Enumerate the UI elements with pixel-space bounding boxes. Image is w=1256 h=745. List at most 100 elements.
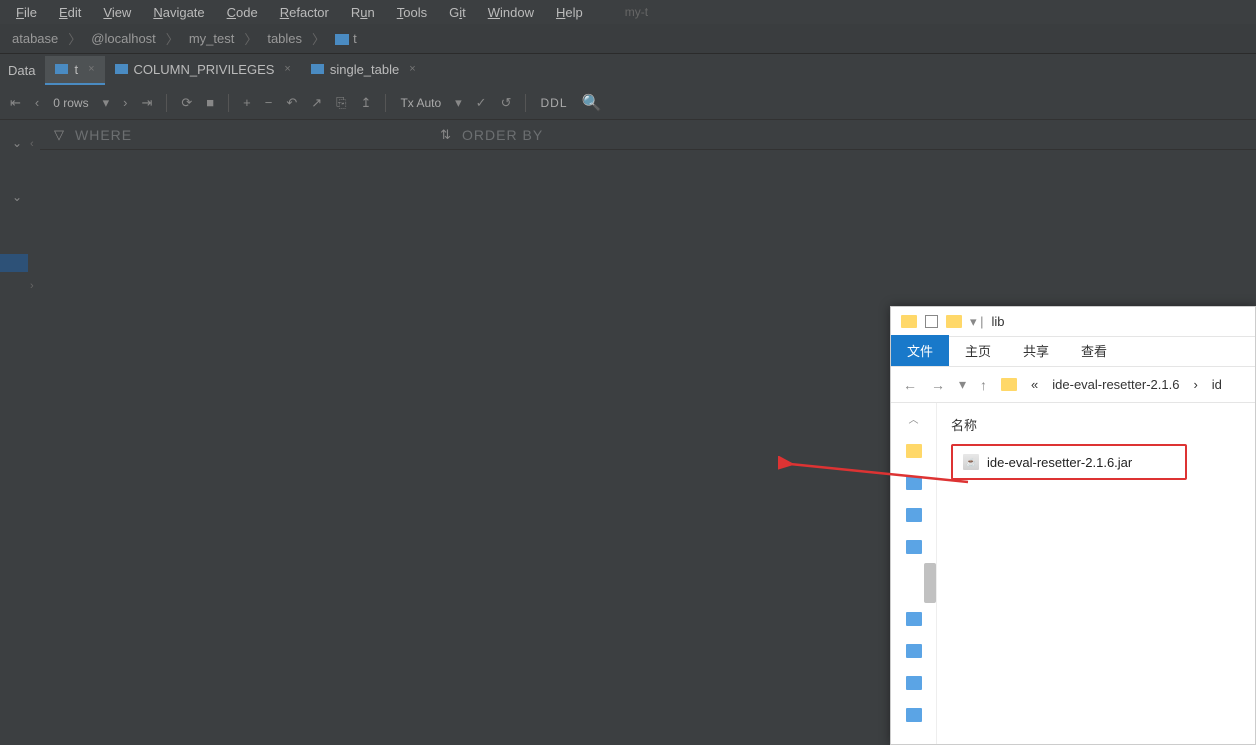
folder-icon xyxy=(1001,378,1017,391)
breadcrumb-sep: 〉 xyxy=(166,29,179,48)
quick-folder-icon[interactable] xyxy=(906,444,922,458)
close-icon[interactable]: × xyxy=(409,63,415,75)
tab-label: single_table xyxy=(330,62,399,77)
menu-help[interactable]: Help xyxy=(546,3,593,22)
tab-label: t xyxy=(74,62,78,77)
main-menubar: File Edit View Navigate Code Refactor Ru… xyxy=(0,0,1256,24)
search-icon[interactable]: 🔍 xyxy=(582,93,602,113)
ribbon-tab-share[interactable]: 共享 xyxy=(1007,335,1065,366)
watermark: 知乎 @Ruby xyxy=(1026,678,1238,727)
menu-run[interactable]: Run xyxy=(341,3,385,22)
tx-commit-button[interactable]: ✓ xyxy=(476,95,487,111)
tab-t[interactable]: t × xyxy=(45,56,104,85)
clone-row-button[interactable]: ⎘ xyxy=(336,95,346,111)
menu-git[interactable]: Git xyxy=(439,3,476,22)
tx-dropdown-icon[interactable]: ▾ xyxy=(455,95,462,111)
scrollbar-thumb[interactable] xyxy=(924,563,936,603)
menu-navigate[interactable]: Navigate xyxy=(143,3,214,22)
structure-gutter: ⌄ ‹ ⌄ › xyxy=(0,150,40,745)
tx-rollback-button[interactable]: ↺ xyxy=(501,95,512,111)
path-prefix: « xyxy=(1031,377,1038,392)
column-header-name[interactable]: 名称 xyxy=(951,411,1241,444)
rows-label: 0 rows xyxy=(53,96,88,110)
gutter-marker: ‹ xyxy=(30,138,34,150)
path-folder-name[interactable]: ide-eval-resetter-2.1.6 xyxy=(1052,377,1179,392)
prev-page-button[interactable]: ‹ xyxy=(35,95,39,110)
collapse-icon[interactable]: ⌄ xyxy=(12,136,22,150)
quick-item-icon[interactable] xyxy=(906,644,922,658)
next-page-button[interactable]: › xyxy=(123,95,127,110)
where-section[interactable]: ▽ WHERE xyxy=(40,127,146,143)
checkbox-icon[interactable] xyxy=(925,315,938,328)
breadcrumb-schema[interactable]: my_test xyxy=(185,29,239,48)
close-icon[interactable]: × xyxy=(284,63,290,75)
rows-dropdown-icon[interactable]: ▾ xyxy=(103,95,110,111)
up-button[interactable]: ↑ xyxy=(980,377,987,393)
ribbon-tab-home[interactable]: 主页 xyxy=(949,335,1007,366)
filter-icon: ▽ xyxy=(54,127,65,143)
explorer-titlebar[interactable]: ▾ | lib xyxy=(891,307,1255,337)
stop-button[interactable]: ■ xyxy=(206,95,214,110)
menu-code[interactable]: Code xyxy=(217,3,268,22)
menu-file[interactable]: File xyxy=(6,3,47,22)
quick-access-bar: ︿ xyxy=(891,403,937,744)
tab-single-table[interactable]: single_table × xyxy=(301,56,426,85)
table-icon xyxy=(335,34,349,45)
folder-icon xyxy=(901,315,917,328)
menu-view[interactable]: View xyxy=(93,3,141,22)
menu-window[interactable]: Window xyxy=(478,3,544,22)
title-sep: ▾ | xyxy=(970,314,984,330)
breadcrumb-host[interactable]: @localhost xyxy=(87,29,160,48)
scroll-up-icon[interactable]: ︿ xyxy=(909,411,919,426)
ribbon-tab-file[interactable]: 文件 xyxy=(891,335,949,366)
breadcrumb-database[interactable]: atabase xyxy=(8,29,62,48)
path-tail[interactable]: id xyxy=(1212,377,1222,392)
orderby-section[interactable]: ⇅ ORDER BY xyxy=(426,127,557,143)
jar-icon: ☕ xyxy=(963,454,979,470)
breadcrumb-table[interactable]: t xyxy=(331,29,361,48)
collapse-icon[interactable]: ⌄ xyxy=(12,190,22,204)
ddl-button[interactable]: DDL xyxy=(540,96,567,110)
first-page-button[interactable]: ⇤ xyxy=(10,95,21,111)
add-row-button[interactable]: + xyxy=(243,95,251,110)
tx-mode-label[interactable]: Tx Auto xyxy=(400,96,441,110)
quick-item-icon[interactable] xyxy=(906,676,922,690)
file-row-highlighted[interactable]: ☕ ide-eval-resetter-2.1.6.jar xyxy=(951,444,1187,480)
explorer-ribbon: 文件 主页 共享 查看 xyxy=(891,337,1255,367)
menu-edit[interactable]: Edit xyxy=(49,3,91,22)
last-page-button[interactable]: ⇥ xyxy=(141,95,152,111)
submit-button[interactable]: ↥ xyxy=(361,95,372,111)
table-icon xyxy=(55,64,68,74)
selection-marker xyxy=(0,254,28,272)
recent-dropdown-icon[interactable]: ▾ xyxy=(959,376,966,393)
editor-tabs: Data t × COLUMN_PRIVILEGES × single_tabl… xyxy=(0,54,1256,86)
back-button[interactable]: ← xyxy=(903,377,917,393)
commit-button[interactable]: ↗ xyxy=(311,95,322,111)
data-label: Data xyxy=(4,63,45,78)
tab-column-privileges[interactable]: COLUMN_PRIVILEGES × xyxy=(105,56,301,85)
folder-icon xyxy=(946,315,962,328)
table-icon xyxy=(115,64,128,74)
forward-button[interactable]: → xyxy=(931,377,945,393)
breadcrumb: atabase 〉 @localhost 〉 my_test 〉 tables … xyxy=(0,24,1256,54)
menu-tools[interactable]: Tools xyxy=(387,3,437,22)
filter-bar: ▽ WHERE ⇅ ORDER BY xyxy=(40,120,1256,150)
toolbar-sep xyxy=(385,94,386,112)
quick-item-icon[interactable] xyxy=(906,508,922,522)
quick-item-icon[interactable] xyxy=(906,708,922,722)
explorer-navrow: ← → ▾ ↑ « ide-eval-resetter-2.1.6 › id xyxy=(891,367,1255,403)
breadcrumb-tables[interactable]: tables xyxy=(263,29,306,48)
where-label: WHERE xyxy=(75,127,132,143)
reload-button[interactable]: ⟳ xyxy=(181,95,192,111)
quick-item-icon[interactable] xyxy=(906,540,922,554)
quick-item-icon[interactable] xyxy=(906,476,922,490)
close-icon[interactable]: × xyxy=(88,63,94,75)
quick-item-icon[interactable] xyxy=(906,612,922,626)
remove-row-button[interactable]: − xyxy=(265,95,273,110)
menu-refactor[interactable]: Refactor xyxy=(270,3,339,22)
tab-label: COLUMN_PRIVILEGES xyxy=(134,62,275,77)
explorer-title: lib xyxy=(992,314,1005,329)
ribbon-tab-view[interactable]: 查看 xyxy=(1065,335,1123,366)
revert-button[interactable]: ↶ xyxy=(286,95,297,111)
orderby-label: ORDER BY xyxy=(462,127,543,143)
